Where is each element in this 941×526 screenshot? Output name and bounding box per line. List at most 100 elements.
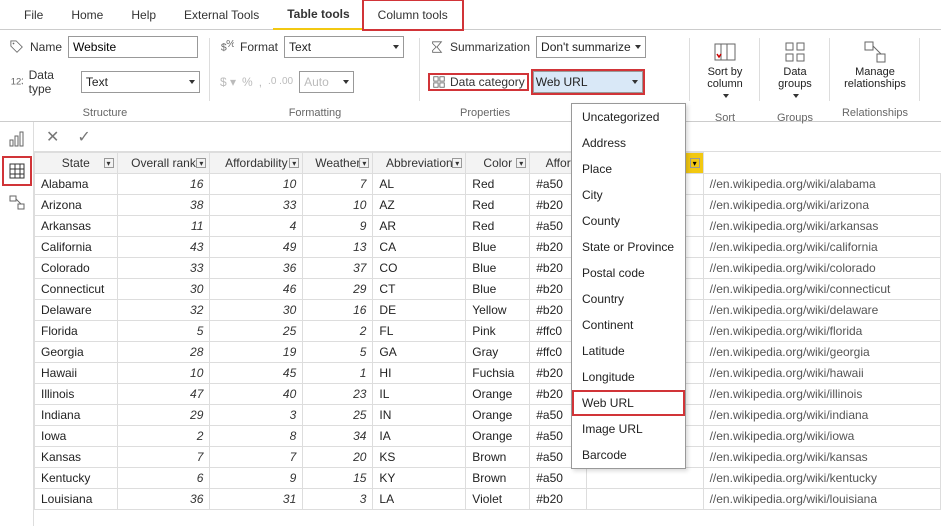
table-cell[interactable]: IA — [373, 426, 466, 447]
table-cell[interactable]: //en.wikipedia.org/wiki/kentucky — [703, 468, 940, 489]
format-select[interactable]: Text — [284, 36, 404, 58]
tab-table-tools[interactable]: Table tools — [273, 0, 363, 30]
table-row[interactable]: Hawaii10451HIFuchsia#b20//en.wikipedia.o… — [35, 363, 941, 384]
table-cell[interactable]: //en.wikipedia.org/wiki/louisiana — [703, 489, 940, 510]
table-cell[interactable]: 8 — [210, 426, 303, 447]
table-cell[interactable]: //en.wikipedia.org/wiki/arizona — [703, 195, 940, 216]
tab-home[interactable]: Home — [57, 1, 117, 29]
tab-file[interactable]: File — [10, 1, 57, 29]
filter-icon[interactable]: ▾ — [690, 158, 700, 168]
table-cell[interactable]: AR — [373, 216, 466, 237]
dropdown-item[interactable]: Postal code — [572, 260, 685, 286]
table-cell[interactable]: Brown — [466, 468, 530, 489]
table-row[interactable]: Iowa2834IAOrange#a50//en.wikipedia.org/w… — [35, 426, 941, 447]
table-cell[interactable]: 49 — [210, 237, 303, 258]
dropdown-item[interactable]: Web URL — [572, 390, 685, 416]
table-cell[interactable]: Blue — [466, 258, 530, 279]
table-cell[interactable]: 40 — [210, 384, 303, 405]
table-cell[interactable]: 7 — [117, 447, 210, 468]
table-cell[interactable]: Arkansas — [35, 216, 118, 237]
column-header[interactable]: Overall rank▾ — [117, 153, 210, 174]
table-cell[interactable]: Red — [466, 216, 530, 237]
tab-column-tools[interactable]: Column tools — [364, 1, 462, 29]
table-cell[interactable]: 37 — [303, 258, 373, 279]
table-cell[interactable]: //en.wikipedia.org/wiki/arkansas — [703, 216, 940, 237]
table-cell[interactable]: //en.wikipedia.org/wiki/colorado — [703, 258, 940, 279]
table-cell[interactable]: Orange — [466, 426, 530, 447]
table-cell[interactable] — [587, 489, 704, 510]
name-input[interactable] — [68, 36, 198, 58]
dropdown-item[interactable]: Barcode — [572, 442, 685, 468]
table-cell[interactable]: 20 — [303, 447, 373, 468]
table-cell[interactable]: Delaware — [35, 300, 118, 321]
filter-icon[interactable]: ▾ — [516, 158, 526, 168]
table-row[interactable]: Indiana29325INOrange#a50//en.wikipedia.o… — [35, 405, 941, 426]
table-cell[interactable]: //en.wikipedia.org/wiki/alabama — [703, 174, 940, 195]
table-cell[interactable]: 30 — [117, 279, 210, 300]
table-cell[interactable]: //en.wikipedia.org/wiki/hawaii — [703, 363, 940, 384]
table-row[interactable]: Colorado333637COBlue#b20//en.wikipedia.o… — [35, 258, 941, 279]
table-cell[interactable]: Orange — [466, 405, 530, 426]
table-row[interactable]: Georgia28195GAGray#ffc0//en.wikipedia.or… — [35, 342, 941, 363]
table-cell[interactable]: 30 — [210, 300, 303, 321]
table-cell[interactable]: FL — [373, 321, 466, 342]
report-view-button[interactable] — [4, 126, 30, 152]
column-header[interactable]: State▾ — [35, 153, 118, 174]
table-cell[interactable]: 33 — [210, 195, 303, 216]
dropdown-item[interactable]: Longitude — [572, 364, 685, 390]
table-cell[interactable]: 5 — [117, 321, 210, 342]
table-cell[interactable]: 10 — [117, 363, 210, 384]
table-cell[interactable]: 19 — [210, 342, 303, 363]
table-cell[interactable]: 45 — [210, 363, 303, 384]
table-cell[interactable]: //en.wikipedia.org/wiki/illinois — [703, 384, 940, 405]
table-cell[interactable]: 2 — [303, 321, 373, 342]
tab-help[interactable]: Help — [117, 1, 170, 29]
filter-icon[interactable]: ▾ — [104, 158, 114, 168]
table-cell[interactable]: 29 — [303, 279, 373, 300]
table-cell[interactable]: 28 — [117, 342, 210, 363]
table-cell[interactable]: 36 — [210, 258, 303, 279]
table-cell[interactable]: Iowa — [35, 426, 118, 447]
dropdown-item[interactable]: Country — [572, 286, 685, 312]
table-cell[interactable]: Orange — [466, 384, 530, 405]
table-cell[interactable]: 29 — [117, 405, 210, 426]
table-cell[interactable]: //en.wikipedia.org/wiki/kansas — [703, 447, 940, 468]
table-cell[interactable]: Arizona — [35, 195, 118, 216]
table-cell[interactable]: 16 — [117, 174, 210, 195]
table-cell[interactable]: 9 — [303, 216, 373, 237]
table-cell[interactable]: Violet — [466, 489, 530, 510]
table-cell[interactable]: Red — [466, 195, 530, 216]
table-cell[interactable]: 7 — [210, 447, 303, 468]
table-cell[interactable]: 31 — [210, 489, 303, 510]
table-cell[interactable]: Fuchsia — [466, 363, 530, 384]
table-cell[interactable]: 3 — [303, 489, 373, 510]
table-cell[interactable]: 16 — [303, 300, 373, 321]
table-cell[interactable]: AL — [373, 174, 466, 195]
table-row[interactable]: Kentucky6915KYBrown#a50//en.wikipedia.or… — [35, 468, 941, 489]
table-cell[interactable]: Illinois — [35, 384, 118, 405]
table-cell[interactable]: 1 — [303, 363, 373, 384]
dropdown-item[interactable]: Address — [572, 130, 685, 156]
table-cell[interactable]: Connecticut — [35, 279, 118, 300]
tab-external-tools[interactable]: External Tools — [170, 1, 273, 29]
column-header[interactable]: Abbreviation▾ — [373, 153, 466, 174]
table-cell[interactable]: 25 — [303, 405, 373, 426]
sort-by-column-button[interactable]: Sort bycolumn — [699, 36, 750, 106]
table-cell[interactable]: 32 — [117, 300, 210, 321]
table-cell[interactable]: IN — [373, 405, 466, 426]
table-cell[interactable]: LA — [373, 489, 466, 510]
filter-icon[interactable]: ▾ — [452, 158, 462, 168]
table-row[interactable]: Kansas7720KSBrown#a50//en.wikipedia.org/… — [35, 447, 941, 468]
dropdown-item[interactable]: City — [572, 182, 685, 208]
table-cell[interactable]: 25 — [210, 321, 303, 342]
table-cell[interactable]: Gray — [466, 342, 530, 363]
cancel-formula-button[interactable]: ✕ — [42, 127, 63, 147]
table-cell[interactable]: //en.wikipedia.org/wiki/california — [703, 237, 940, 258]
table-cell[interactable]: HI — [373, 363, 466, 384]
table-cell[interactable]: Louisiana — [35, 489, 118, 510]
table-cell[interactable]: CT — [373, 279, 466, 300]
table-cell[interactable]: 23 — [303, 384, 373, 405]
table-cell[interactable]: GA — [373, 342, 466, 363]
table-cell[interactable]: Kentucky — [35, 468, 118, 489]
table-cell[interactable]: Blue — [466, 237, 530, 258]
